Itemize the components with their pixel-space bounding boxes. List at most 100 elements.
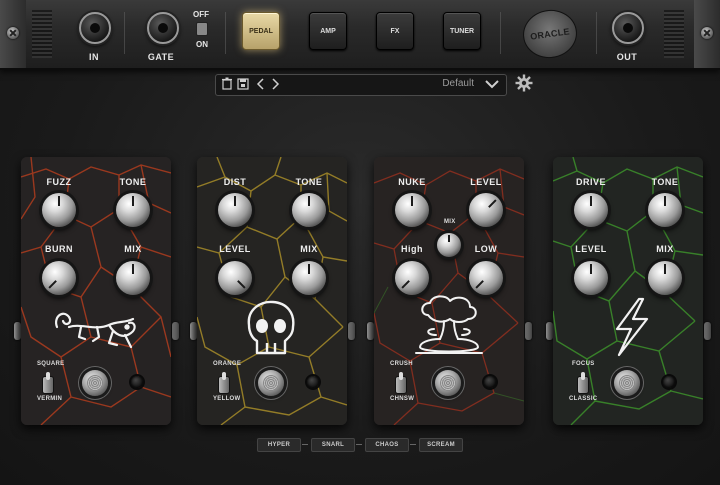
save-icon[interactable] bbox=[236, 77, 250, 91]
gate-toggle[interactable] bbox=[196, 22, 208, 36]
footswitch-pedal-2[interactable] bbox=[258, 370, 284, 396]
mushroom-cloud-icon bbox=[415, 295, 483, 354]
focus-classic-toggle[interactable] bbox=[577, 372, 589, 394]
chain-slot-hyper[interactable]: HYPER bbox=[257, 438, 301, 452]
high-knob[interactable] bbox=[395, 261, 429, 295]
dist-knob[interactable] bbox=[218, 193, 252, 227]
mix-mini-knob[interactable] bbox=[437, 233, 461, 257]
output-label: OUT bbox=[616, 52, 638, 62]
patch-jack bbox=[172, 322, 179, 340]
mode-button-amp[interactable]: AMP bbox=[309, 12, 347, 50]
chain-link bbox=[410, 444, 416, 445]
preset-dropdown-chevron-icon[interactable] bbox=[484, 75, 500, 96]
switch-label-square: SQUARE bbox=[37, 361, 65, 367]
preset-bar: Default bbox=[215, 74, 507, 96]
knob-label-mix: MIX bbox=[300, 244, 318, 254]
mode-button-tuner[interactable]: TUNER bbox=[443, 12, 481, 50]
divider bbox=[225, 12, 226, 54]
orange-yellow-toggle[interactable] bbox=[218, 372, 230, 394]
patch-jack bbox=[546, 322, 553, 340]
gate-on-label: ON bbox=[196, 40, 208, 49]
vent-grille bbox=[32, 10, 52, 58]
input-knob[interactable] bbox=[79, 12, 111, 44]
output-jack bbox=[704, 322, 711, 340]
level-knob[interactable] bbox=[574, 261, 608, 295]
crush-chnsw-toggle[interactable] bbox=[395, 372, 407, 394]
chain-link bbox=[356, 444, 362, 445]
knob-label-burn: BURN bbox=[45, 244, 73, 254]
status-led bbox=[131, 376, 143, 388]
switch-label-classic: CLASSIC bbox=[569, 396, 598, 402]
patch-jack bbox=[190, 322, 197, 340]
patch-jack bbox=[348, 322, 355, 340]
status-led bbox=[663, 376, 675, 388]
chain-link bbox=[302, 444, 308, 445]
trash-icon[interactable] bbox=[220, 77, 234, 91]
tone-knob[interactable] bbox=[292, 193, 326, 227]
knob-label-level: LEVEL bbox=[470, 177, 502, 187]
knob-label-tone: TONE bbox=[119, 177, 147, 187]
gate-label: GATE bbox=[147, 52, 175, 62]
tone-knob[interactable] bbox=[116, 193, 150, 227]
divider bbox=[596, 12, 597, 54]
chain-slot-scream[interactable]: SCREAM bbox=[419, 438, 463, 452]
vent-grille bbox=[664, 10, 684, 58]
output-knob[interactable] bbox=[612, 12, 644, 44]
knob-label-high: High bbox=[401, 244, 423, 254]
knob-label-fuzz: FUZZ bbox=[46, 177, 72, 187]
lizard-icon bbox=[55, 312, 136, 349]
prev-preset-icon[interactable] bbox=[254, 77, 268, 91]
switch-label-yellow: YELLOW bbox=[213, 396, 241, 402]
level-knob[interactable] bbox=[218, 261, 252, 295]
mix-knob[interactable] bbox=[116, 261, 150, 295]
knob-label-tone: TONE bbox=[651, 177, 679, 187]
knob-label-level: LEVEL bbox=[575, 244, 607, 254]
status-led bbox=[484, 376, 496, 388]
mode-button-pedal[interactable]: PEDAL bbox=[242, 12, 280, 50]
status-led bbox=[307, 376, 319, 388]
knob-label-nuke: NUKE bbox=[398, 177, 426, 187]
footswitch-pedal-3[interactable] bbox=[435, 370, 461, 396]
switch-label-crush: CRUSH bbox=[390, 361, 413, 367]
tone-knob[interactable] bbox=[648, 193, 682, 227]
patch-jack bbox=[367, 322, 374, 340]
square-vermin-toggle[interactable] bbox=[42, 372, 54, 394]
knob-label-mix: MIX bbox=[124, 244, 142, 254]
settings-gear-icon[interactable] bbox=[514, 74, 534, 94]
chain-slot-chaos[interactable]: CHAOS bbox=[365, 438, 409, 452]
knob-label-mix: MIX bbox=[656, 244, 674, 254]
chain-slot-snarl[interactable]: SNARL bbox=[311, 438, 355, 452]
level-knob[interactable] bbox=[469, 193, 503, 227]
switch-label-orange: ORANGE bbox=[213, 361, 242, 367]
switch-label-focus: FOCUS bbox=[572, 361, 595, 367]
patch-jack bbox=[525, 322, 532, 340]
burn-knob[interactable] bbox=[42, 261, 76, 295]
pedal-1: FUZZ TONE BURN MIX SQUARE VERMIN bbox=[21, 157, 171, 425]
next-preset-icon[interactable] bbox=[268, 77, 282, 91]
drive-knob[interactable] bbox=[574, 193, 608, 227]
knob-label-tone: TONE bbox=[295, 177, 323, 187]
screw-icon bbox=[701, 27, 713, 39]
lightning-icon bbox=[615, 297, 649, 357]
knob-label-low: LOW bbox=[474, 244, 498, 254]
rack-ear-right bbox=[694, 0, 720, 68]
fuzz-knob[interactable] bbox=[42, 193, 76, 227]
gate-knob[interactable] bbox=[147, 12, 179, 44]
footswitch-pedal-1[interactable] bbox=[82, 370, 108, 396]
mix-knob[interactable] bbox=[292, 261, 326, 295]
screw-icon bbox=[7, 27, 19, 39]
knob-label-drive: DRIVE bbox=[575, 177, 606, 187]
low-knob[interactable] bbox=[469, 261, 503, 295]
footswitch-pedal-4[interactable] bbox=[614, 370, 640, 396]
gate-off-label: OFF bbox=[193, 10, 209, 19]
divider bbox=[500, 12, 501, 54]
skull-icon bbox=[247, 300, 295, 355]
mini-knob-label-mix: MIX bbox=[444, 219, 456, 225]
preset-name[interactable]: Default bbox=[442, 78, 474, 89]
nuke-knob[interactable] bbox=[395, 193, 429, 227]
switch-label-vermin: VERMIN bbox=[37, 396, 63, 402]
mode-button-fx[interactable]: FX bbox=[376, 12, 414, 50]
rack-ear-left bbox=[0, 0, 26, 68]
knob-label-level: LEVEL bbox=[219, 244, 251, 254]
mix-knob[interactable] bbox=[648, 261, 682, 295]
